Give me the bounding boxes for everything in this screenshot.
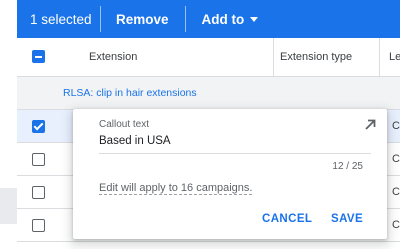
extensions-table-panel: 1 selected Remove Add to Extension Exten… bbox=[17, 0, 400, 249]
callout-text-label: Callout text bbox=[99, 119, 150, 130]
callout-text-input[interactable] bbox=[99, 135, 361, 147]
row-checkbox[interactable] bbox=[32, 219, 45, 232]
row-level-cell: C bbox=[392, 153, 400, 165]
row-checkbox[interactable] bbox=[32, 120, 45, 133]
group-row: RLSA: clip in hair extensions bbox=[17, 77, 400, 110]
group-link[interactable]: RLSA: clip in hair extensions bbox=[63, 87, 197, 99]
toolbar-divider bbox=[100, 6, 101, 32]
column-divider bbox=[273, 38, 274, 76]
page: 1 selected Remove Add to Extension Exten… bbox=[0, 0, 400, 249]
campaigns-note[interactable]: Edit will apply to 16 campaigns. bbox=[99, 182, 253, 195]
column-header-extension[interactable]: Extension bbox=[89, 51, 137, 63]
toolbar-divider bbox=[184, 6, 186, 32]
cancel-button[interactable]: CANCEL bbox=[262, 213, 312, 225]
table-header: Extension Extension type Le bbox=[17, 38, 400, 77]
row-checkbox[interactable] bbox=[32, 186, 45, 199]
add-to-button[interactable]: Add to bbox=[202, 12, 259, 27]
column-header-extension-type[interactable]: Extension type bbox=[280, 51, 352, 63]
row-checkbox[interactable] bbox=[32, 153, 45, 166]
input-underline bbox=[99, 153, 371, 154]
selection-toolbar: 1 selected Remove Add to bbox=[17, 0, 400, 38]
character-count: 12 / 25 bbox=[332, 161, 363, 172]
remove-button[interactable]: Remove bbox=[116, 12, 169, 27]
caret-down-icon bbox=[250, 16, 259, 22]
edit-callout-popup: Callout text 12 / 25 Edit will apply to … bbox=[73, 109, 387, 239]
save-button[interactable]: SAVE bbox=[331, 213, 363, 225]
left-gray-block bbox=[0, 188, 17, 224]
row-level-cell: C bbox=[392, 219, 400, 231]
column-header-level[interactable]: Le bbox=[389, 51, 400, 63]
row-level-cell: C bbox=[392, 186, 400, 198]
selected-count: 1 selected bbox=[30, 11, 92, 27]
column-divider bbox=[379, 38, 380, 76]
add-to-label: Add to bbox=[201, 11, 245, 27]
expand-arrow-icon[interactable] bbox=[363, 118, 377, 132]
select-all-checkbox[interactable] bbox=[32, 50, 45, 63]
row-level-cell: C bbox=[392, 120, 400, 132]
